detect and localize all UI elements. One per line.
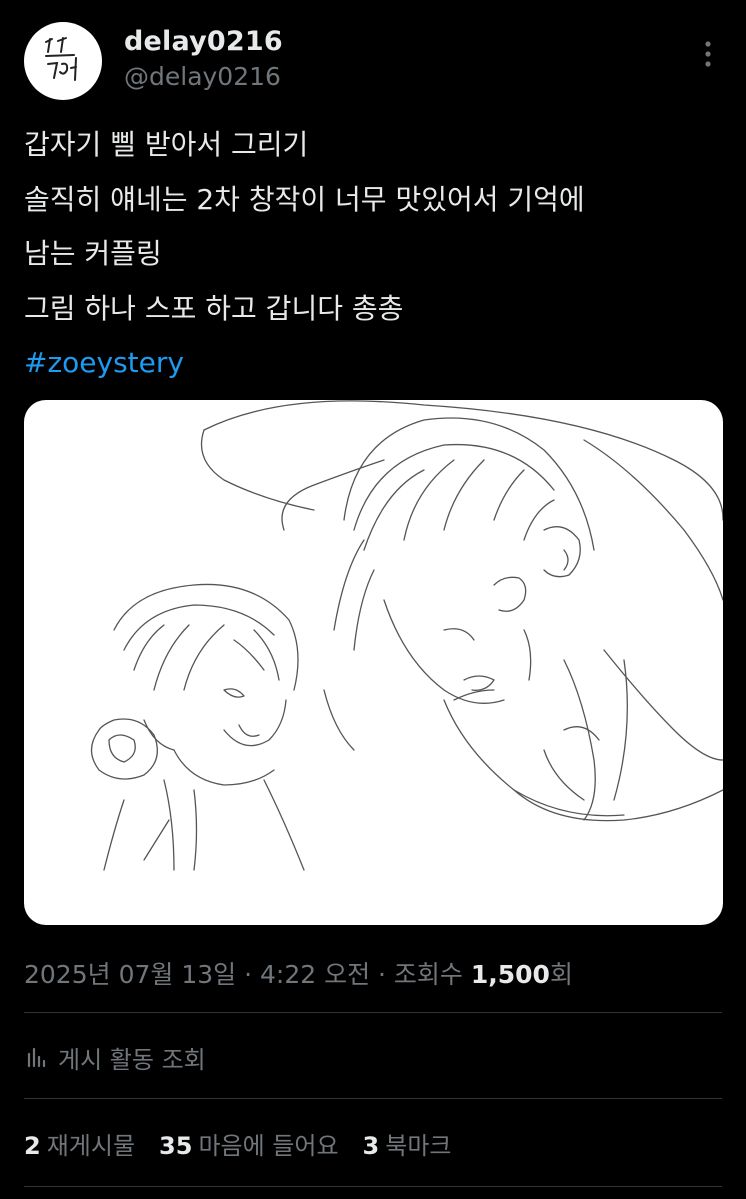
views-label: 조회수: [393, 960, 471, 989]
avatar-handwriting-icon: [45, 37, 77, 81]
tweet-line-3: 남는 커플링: [24, 237, 162, 270]
tweet-time[interactable]: 4:22 오전: [260, 960, 370, 989]
likes-label: 마음에 들어요: [198, 1132, 339, 1160]
tweet-metadata: 2025년 07월 13일 · 4:22 오전 · 조회수 1,500회: [24, 955, 573, 991]
bookmarks-stat[interactable]: 3 북마크: [363, 1126, 452, 1161]
sketch-drawing: [90, 400, 723, 871]
divider: [24, 1012, 722, 1013]
view-post-activity-button[interactable]: 게시 활동 조회: [24, 1040, 206, 1074]
display-name[interactable]: delay0216: [124, 26, 283, 57]
tweet-line-1: 갑자기 삘 받아서 그리기: [24, 128, 309, 161]
divider: [24, 1098, 722, 1099]
bar-chart-icon: [27, 1047, 46, 1068]
reposts-count: 2: [24, 1132, 41, 1160]
reposts-stat[interactable]: 2 재게시물: [24, 1126, 135, 1161]
user-handle[interactable]: @delay0216: [124, 62, 281, 91]
reposts-label: 재게시물: [46, 1132, 136, 1160]
tweet-line-4: 그림 하나 스포 하고 갑니다 총총: [24, 291, 404, 325]
engagement-stats: 2 재게시물 35 마음에 들어요 3 북마크: [24, 1126, 476, 1161]
likes-count: 35: [159, 1132, 193, 1160]
bookmarks-count: 3: [362, 1132, 380, 1160]
more-options-button[interactable]: [694, 34, 722, 74]
tweet-text: 갑자기 삘 받아서 그리기 솔직히 얘네는 2차 창작이 너무 맛있어서 기억에…: [24, 118, 714, 391]
avatar[interactable]: [24, 22, 102, 100]
likes-stat[interactable]: 35 마음에 들어요: [159, 1126, 339, 1161]
meta-separator: ·: [236, 960, 260, 989]
views-count: 1,500: [470, 960, 550, 989]
hashtag-link[interactable]: #zoeystery: [24, 336, 714, 391]
tweet-image[interactable]: [24, 400, 723, 925]
tweet-date[interactable]: 2025년 07월 13일: [24, 960, 236, 989]
activity-label: 게시 활동 조회: [58, 1045, 206, 1074]
meta-separator: ·: [370, 960, 394, 989]
tweet-line-2: 솔직히 얘네는 2차 창작이 너무 맛있어서 기억에: [24, 182, 585, 216]
views-suffix: 회: [549, 960, 573, 989]
divider: [24, 1186, 722, 1187]
vertical-ellipsis-icon: [705, 41, 711, 67]
bookmarks-label: 북마크: [385, 1132, 452, 1160]
